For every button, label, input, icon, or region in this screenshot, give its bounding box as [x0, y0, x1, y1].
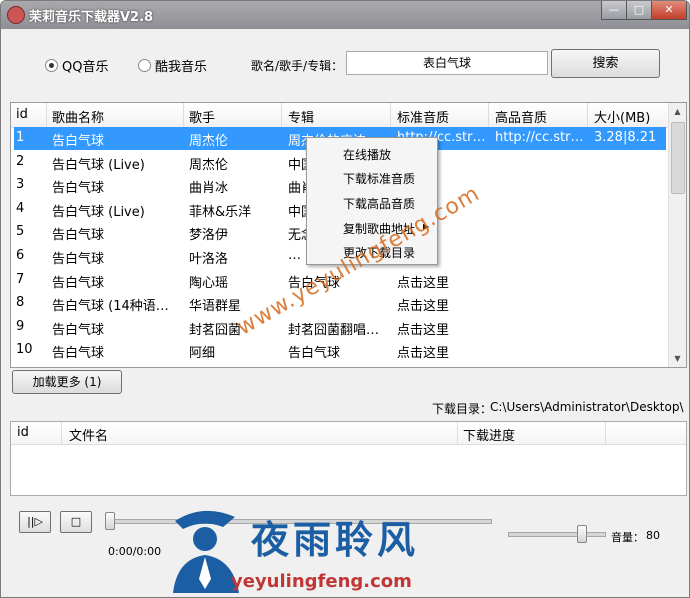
watermark-name: 夜雨聆风	[251, 518, 420, 562]
download-dir-label: 下载目录：	[432, 402, 493, 416]
radio-qq-music[interactable]: QQ音乐	[45, 56, 108, 75]
title-bar[interactable]: 茉莉音乐下载器V2.8 — □ ✕	[1, 1, 689, 29]
scroll-thumb[interactable]	[671, 122, 685, 194]
download-dir-path: C:\Users\Administrator\Desktop\	[490, 400, 684, 414]
cell-high[interactable]: http://cc.str…	[495, 130, 587, 145]
cell-id: 3	[16, 177, 25, 193]
cell-name: 告白气球	[52, 275, 105, 291]
volume-slider-thumb[interactable]	[576, 525, 587, 543]
scroll-up-icon[interactable]: ▲	[669, 103, 686, 120]
load-more-button[interactable]: 加载更多 (1)	[12, 370, 122, 394]
radio-qq-label: QQ音乐	[62, 60, 109, 75]
col-header-size[interactable]: 大小(MB)	[594, 107, 650, 126]
cell-artist: 曲肖冰	[189, 181, 229, 197]
radio-kuwo-music[interactable]: 酷我音乐	[138, 56, 207, 75]
volume-slider[interactable]	[508, 532, 606, 537]
cell-album: 告白气球	[288, 346, 341, 362]
download-list: id 文件名 下载进度	[10, 421, 687, 496]
cell-id: 5	[16, 224, 25, 240]
cell-standard[interactable]: 点击这里	[397, 272, 489, 291]
search-input[interactable]: 表白气球	[346, 51, 548, 75]
radio-unselected-icon	[138, 59, 151, 72]
col-header-name[interactable]: 歌曲名称	[52, 107, 104, 126]
cell-id: 6	[16, 248, 25, 263]
dl-col-id[interactable]: id	[17, 425, 29, 440]
cell-name: 告白气球	[52, 346, 105, 362]
dl-col-filename[interactable]: 文件名	[69, 425, 108, 444]
cell-artist: 陶心瑶	[189, 275, 229, 291]
cell-id: 9	[16, 318, 25, 334]
cell-artist: 阿细	[189, 346, 216, 362]
cell-artist: 梦洛伊	[189, 228, 229, 244]
cell-artist: 菲林&乐洋	[189, 204, 252, 220]
scroll-down-icon[interactable]: ▼	[669, 350, 686, 367]
cell-standard[interactable]: 点击这里	[397, 342, 489, 361]
minimize-button[interactable]: —	[601, 1, 627, 20]
cell-artist: 周杰伦	[189, 134, 229, 149]
cell-album: 封茗囧菌翻唱…	[288, 322, 380, 338]
cell-id: 2	[16, 153, 25, 169]
radio-kuwo-label: 酷我音乐	[155, 60, 208, 75]
col-header-id[interactable]: id	[16, 107, 28, 122]
progress-slider-thumb[interactable]	[105, 512, 115, 530]
cell-standard[interactable]: 点击这里	[397, 295, 489, 314]
download-header: id 文件名 下载进度	[11, 422, 686, 445]
window-title: 茉莉音乐下载器V2.8	[29, 10, 154, 25]
cell-name: 告白气球	[52, 322, 105, 338]
cell-name: 告白气球	[52, 181, 105, 197]
cell-artist: 叶洛洛	[189, 252, 229, 267]
table-row[interactable]: 8 告白气球 (14种语… 华语群星 点击这里	[14, 292, 666, 315]
maximize-button[interactable]: □	[626, 1, 652, 20]
app-logo-icon	[7, 6, 25, 24]
table-row[interactable]: 10 告白气球 阿细 告白气球 点击这里	[14, 339, 666, 362]
menu-item-play-online[interactable]: 在线播放	[343, 146, 391, 163]
col-header-album[interactable]: 专辑	[288, 107, 314, 126]
col-header-artist[interactable]: 歌手	[189, 107, 215, 126]
menu-item-download-high[interactable]: 下载高品音质	[343, 195, 415, 212]
search-label: 歌名/歌手/专辑：	[251, 59, 344, 73]
cell-id: 10	[16, 342, 33, 358]
cell-name: 告白气球 (Live)	[52, 157, 145, 173]
results-header: id 歌曲名称 歌手 专辑 标准音质 高品音质 大小(MB)	[11, 103, 668, 128]
cell-id: 4	[16, 200, 25, 216]
cell-name: 告白气球	[52, 228, 105, 244]
app-window: 茉莉音乐下载器V2.8 — □ ✕ QQ音乐 酷我音乐 歌名/歌手/专辑： 表白…	[0, 0, 690, 598]
cell-name: 告白气球 (14种语…	[52, 299, 169, 315]
cell-id: 1	[16, 130, 25, 145]
cell-name: 告白气球	[52, 252, 105, 267]
table-row[interactable]: 9 告白气球 封茗囧菌 封茗囧菌翻唱… 点击这里	[14, 316, 666, 339]
volume-label: 音量：	[611, 531, 644, 544]
cell-id: 7	[16, 271, 25, 287]
dl-col-progress[interactable]: 下载进度	[463, 425, 515, 444]
menu-item-download-standard[interactable]: 下载标准音质	[343, 170, 415, 187]
play-pause-button[interactable]: ||▷	[19, 511, 51, 533]
close-button[interactable]: ✕	[651, 1, 687, 20]
results-scrollbar[interactable]: ▲ ▼	[668, 103, 686, 367]
cell-artist: 周杰伦	[189, 157, 229, 173]
cell-name: 告白气球	[52, 134, 105, 149]
cell-standard[interactable]: 点击这里	[397, 319, 489, 338]
col-header-high[interactable]: 高品音质	[495, 107, 547, 126]
volume-value: 80	[646, 529, 660, 542]
search-button[interactable]: 搜索	[551, 49, 660, 78]
cell-size: 3.28|8.21	[594, 130, 657, 145]
cell-name: 告白气球 (Live)	[52, 204, 145, 220]
radio-selected-icon	[45, 59, 58, 72]
watermark-domain: yeyulingfeng.com	[231, 571, 412, 592]
cell-id: 8	[16, 295, 25, 311]
stop-button[interactable]: □	[60, 511, 92, 533]
col-header-standard[interactable]: 标准音质	[397, 107, 449, 126]
